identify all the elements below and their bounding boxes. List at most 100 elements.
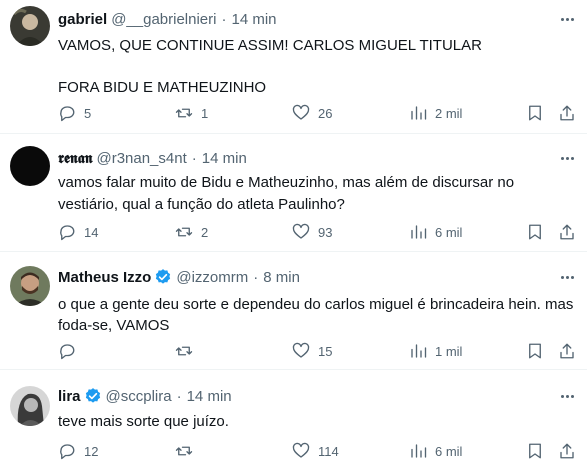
author-handle[interactable]: @r3nan_s4nt [96, 150, 186, 167]
share-icon [560, 105, 574, 121]
reply-button[interactable]: 5 [58, 103, 91, 123]
view-count: 6 mil [435, 443, 463, 459]
author-name[interactable]: gabriel [58, 11, 107, 28]
views-icon [411, 444, 427, 458]
tweet-actions: 14 2 93 6 mil [58, 222, 579, 242]
like-icon [292, 442, 310, 458]
share-icon [560, 343, 574, 359]
tweet-card[interactable]: gabriel @__gabrielnieri · 14 min VAMOS, … [0, 0, 587, 134]
views-icon [411, 225, 427, 239]
tweet-card[interactable]: lira @sccplira · 14 min teve mais sorte … [0, 370, 587, 472]
like-button[interactable]: 15 [292, 341, 332, 361]
avatar[interactable] [10, 266, 50, 306]
tweet-text: VAMOS, QUE CONTINUE ASSIM! CARLOS MIGUEL… [58, 37, 482, 96]
like-icon [292, 104, 310, 120]
repost-button[interactable] [175, 441, 201, 461]
reply-button[interactable]: 12 [58, 441, 98, 461]
tweet-header: gabriel @__gabrielnieri · 14 min [58, 9, 577, 29]
share-button[interactable] [558, 441, 576, 461]
like-count: 15 [318, 343, 333, 359]
like-button[interactable]: 93 [292, 222, 332, 242]
like-button[interactable]: 114 [292, 441, 339, 461]
separator-dot: · [253, 268, 259, 286]
repost-count: 1 [201, 105, 209, 121]
like-button[interactable]: 26 [292, 103, 332, 123]
tweet-actions: 15 1 mil [58, 341, 579, 361]
bookmark-icon [529, 343, 541, 359]
views-button[interactable]: 2 mil [409, 103, 462, 123]
bookmark-button[interactable] [526, 441, 544, 461]
reply-count: 12 [84, 443, 99, 459]
verified-badge-icon [156, 269, 171, 284]
repost-icon [175, 346, 193, 356]
author-name[interactable]: Matheus Izzo [58, 269, 151, 286]
avatar[interactable] [10, 386, 50, 426]
author-handle[interactable]: @__gabrielnieri [111, 11, 216, 28]
bookmark-icon [529, 105, 541, 121]
like-count: 114 [318, 443, 339, 459]
like-icon [292, 223, 310, 239]
like-count: 93 [318, 224, 333, 240]
bookmark-button[interactable] [526, 222, 544, 242]
timeline-feed: gabriel @__gabrielnieri · 14 min VAMOS, … [0, 0, 587, 472]
views-icon [411, 106, 427, 120]
more-icon[interactable] [557, 11, 577, 27]
more-icon[interactable] [557, 150, 577, 166]
tweet-text: vamos falar muito de Bidu e Matheuzinho,… [58, 174, 519, 213]
more-icon[interactable] [557, 388, 577, 404]
more-icon[interactable] [557, 269, 577, 285]
timestamp[interactable]: 14 min [202, 150, 247, 167]
share-icon [560, 224, 574, 240]
tweet-header: lira @sccplira · 14 min [58, 386, 577, 406]
reply-count: 14 [84, 224, 99, 240]
reply-count: 5 [84, 105, 92, 121]
reply-icon [60, 225, 75, 241]
author-handle[interactable]: @izzomrm [176, 269, 248, 286]
views-button[interactable]: 6 mil [409, 441, 462, 461]
separator-dot: · [221, 10, 227, 28]
author-handle[interactable]: @sccplira [106, 388, 172, 405]
view-count: 2 mil [435, 105, 463, 121]
tweet-text: teve mais sorte que juízo. [58, 413, 229, 430]
bookmark-button[interactable] [526, 103, 544, 123]
views-button[interactable]: 6 mil [409, 222, 462, 242]
tweet-header: 𝖗𝖊𝖓𝖆𝖓 @r3nan_s4nt · 14 min [58, 148, 577, 168]
repost-button[interactable] [175, 341, 201, 361]
reply-button[interactable] [58, 341, 84, 361]
repost-icon [175, 227, 193, 237]
bookmark-icon [529, 443, 541, 459]
tweet-actions: 12 114 6 mil [58, 441, 579, 461]
verified-badge-icon [85, 388, 100, 403]
reply-icon [60, 106, 75, 122]
like-count: 26 [318, 105, 333, 121]
view-count: 1 mil [435, 343, 463, 359]
share-button[interactable] [558, 222, 576, 242]
views-icon [411, 344, 427, 358]
views-button[interactable]: 1 mil [409, 341, 462, 361]
share-icon [560, 443, 574, 459]
reply-icon [60, 344, 75, 360]
bookmark-icon [529, 224, 541, 240]
bookmark-button[interactable] [526, 341, 544, 361]
share-button[interactable] [558, 103, 576, 123]
avatar[interactable] [10, 6, 50, 46]
like-icon [292, 342, 310, 358]
timestamp[interactable]: 8 min [263, 269, 300, 286]
tweet-card[interactable]: Matheus Izzo @izzomrm · 8 min o que a ge… [0, 252, 587, 370]
repost-button[interactable]: 2 [175, 222, 208, 242]
author-name[interactable]: 𝖗𝖊𝖓𝖆𝖓 [58, 150, 92, 167]
view-count: 6 mil [435, 224, 463, 240]
reply-button[interactable]: 14 [58, 222, 98, 242]
author-name[interactable]: lira [58, 388, 81, 405]
timestamp[interactable]: 14 min [231, 11, 276, 28]
repost-count: 2 [201, 224, 209, 240]
tweet-card[interactable]: 𝖗𝖊𝖓𝖆𝖓 @r3nan_s4nt · 14 min vamos falar m… [0, 134, 587, 252]
avatar[interactable] [10, 146, 50, 186]
repost-icon [175, 446, 193, 456]
tweet-actions: 5 1 26 2 mil [58, 103, 579, 123]
separator-dot: · [176, 387, 182, 405]
share-button[interactable] [558, 341, 576, 361]
timestamp[interactable]: 14 min [187, 388, 232, 405]
reply-icon [60, 444, 75, 460]
repost-button[interactable]: 1 [175, 103, 208, 123]
